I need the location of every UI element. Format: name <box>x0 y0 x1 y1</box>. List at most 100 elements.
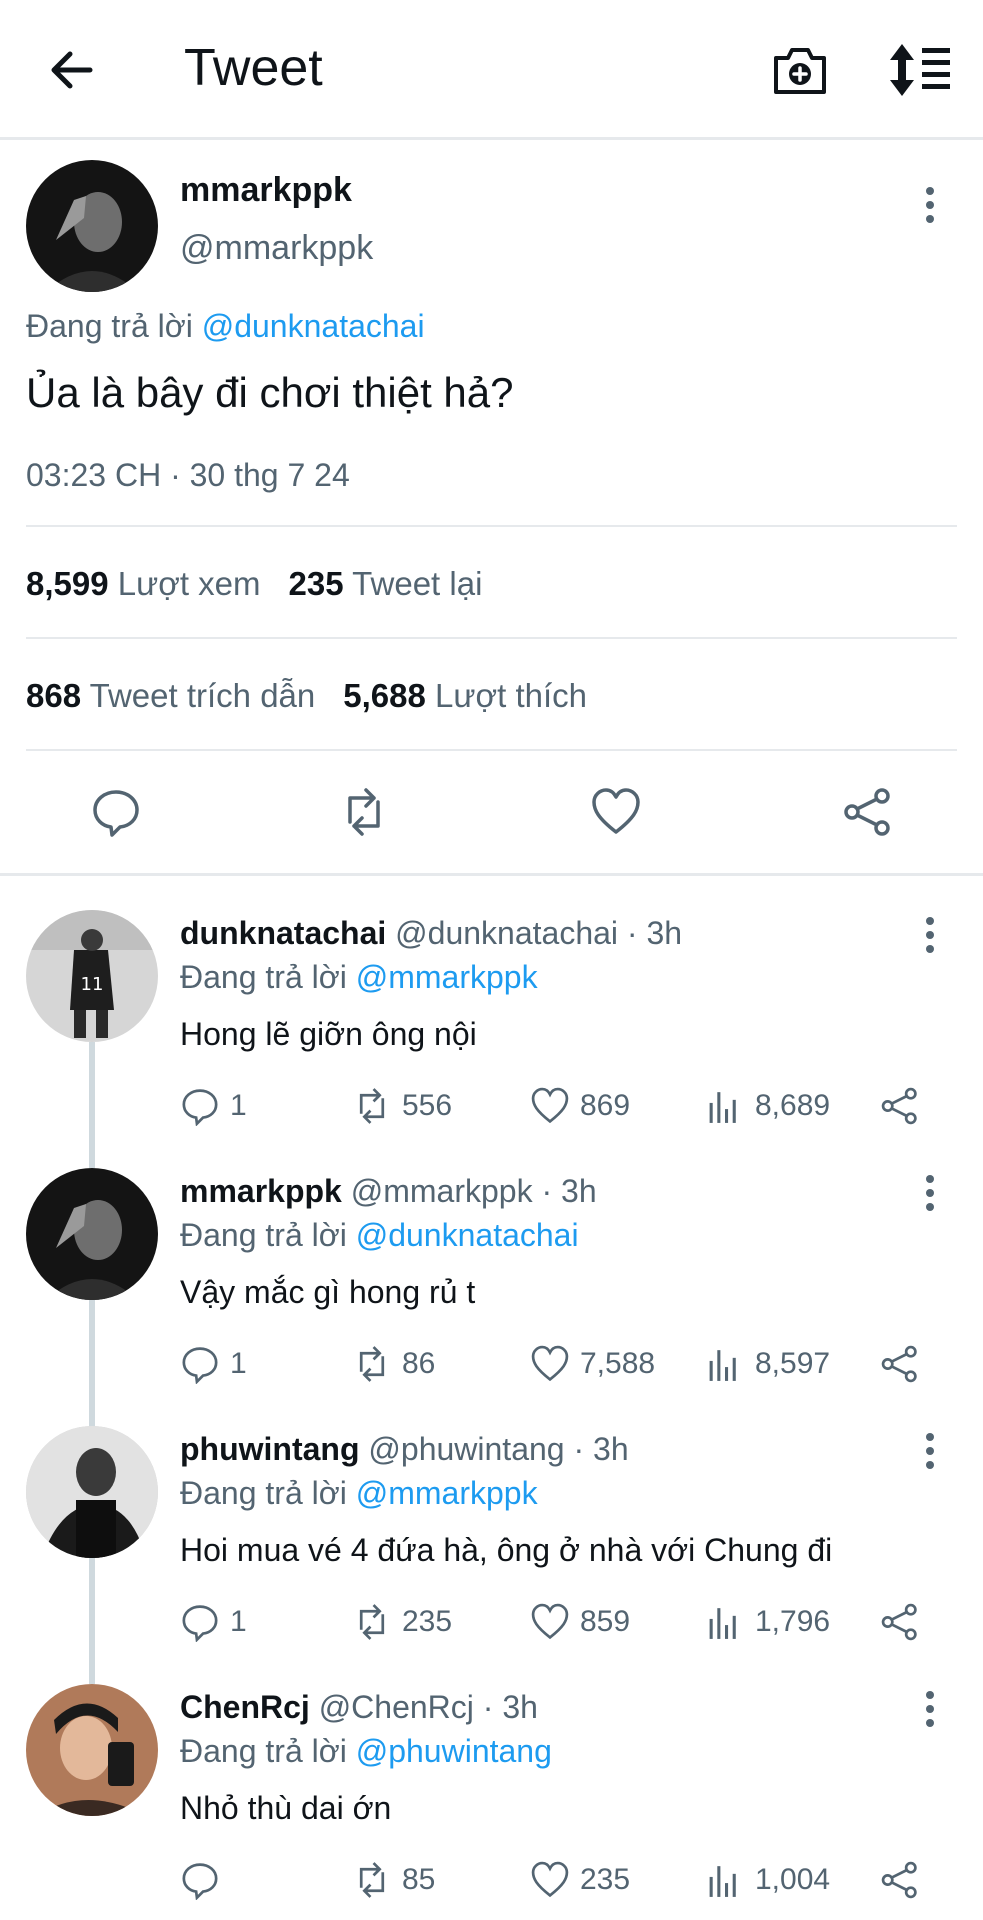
retweet-icon <box>359 1862 385 1898</box>
camera-add-icon[interactable] <box>770 40 830 100</box>
replying-to-link[interactable]: @mmarkppk <box>356 959 538 995</box>
page-title: Tweet <box>184 39 323 97</box>
reply-count: 1 <box>230 1089 247 1122</box>
like-heart-icon <box>531 1603 569 1640</box>
replying-to-prefix: Đang trả lời <box>180 1733 356 1769</box>
more-options-icon[interactable] <box>912 1173 948 1213</box>
display-name[interactable]: ChenRcj <box>180 1689 310 1725</box>
stats-row-quotes-likes: 868 Tweet trích dẫn 5,688 Lượt thích <box>26 676 587 716</box>
reply-header: mmarkppk @mmarkppk · 3h <box>180 1171 597 1211</box>
view-count: 1,796 <box>755 1605 831 1638</box>
user-handle-time: @mmarkppk · 3h <box>350 1173 597 1209</box>
like-count: 235 <box>580 1863 631 1896</box>
replying-to: Đang trả lời @dunknatachai <box>180 1215 579 1255</box>
divider <box>26 749 957 751</box>
views-count: 8,599 <box>26 565 109 602</box>
like-heart-icon <box>531 1087 569 1124</box>
back-arrow-icon[interactable] <box>44 42 100 98</box>
share-icon <box>881 1345 917 1383</box>
divider <box>26 637 957 639</box>
divider <box>26 525 957 527</box>
svg-text:11: 11 <box>81 974 104 995</box>
retweet-count: 235 <box>402 1605 453 1638</box>
reply-button[interactable]: 1 <box>180 1600 247 1644</box>
views-button[interactable]: 8,597 <box>705 1342 830 1386</box>
likes-count[interactable]: 5,688 <box>343 677 426 714</box>
sort-icon[interactable] <box>888 40 952 100</box>
retweets-label[interactable]: Tweet lại <box>352 565 482 602</box>
like-button[interactable]: 859 <box>530 1600 630 1644</box>
reply-text: Nhỏ thù dai ớn <box>180 1790 392 1826</box>
tweet-text: Ủa là bây đi chơi thiệt hả? <box>26 369 514 416</box>
avatar[interactable] <box>26 1426 158 1558</box>
share-icon <box>881 1087 917 1125</box>
more-options-icon[interactable] <box>912 915 948 955</box>
replying-to-link[interactable]: @dunknatachai <box>356 1217 579 1253</box>
like-count: 859 <box>580 1605 631 1638</box>
display-name[interactable]: mmarkppk <box>180 170 352 210</box>
reply-icon[interactable] <box>90 786 142 838</box>
share-icon <box>881 1603 917 1641</box>
like-heart-icon[interactable] <box>590 786 642 838</box>
reply-icon <box>182 1347 218 1384</box>
like-button[interactable]: 869 <box>530 1084 630 1128</box>
retweet-icon <box>359 1346 385 1382</box>
like-heart-icon <box>531 1861 569 1898</box>
divider <box>0 873 983 876</box>
view-count: 8,597 <box>755 1347 831 1380</box>
retweet-button[interactable]: 85 <box>352 1858 435 1902</box>
retweet-button[interactable]: 235 <box>352 1600 452 1644</box>
display-name[interactable]: phuwintang <box>180 1431 360 1467</box>
replying-to-link[interactable]: @dunknatachai <box>202 308 425 344</box>
share-button[interactable] <box>880 1084 930 1128</box>
replying-to: Đang trả lời @mmarkppk <box>180 1473 538 1513</box>
view-count: 1,004 <box>755 1863 831 1896</box>
replying-to-link[interactable]: @mmarkppk <box>356 1475 538 1511</box>
avatar[interactable]: 11 <box>26 910 158 1042</box>
reply-icon <box>182 1089 218 1126</box>
replying-to-prefix: Đang trả lời <box>180 959 356 995</box>
like-button[interactable]: 7,588 <box>530 1342 655 1386</box>
replying-to-prefix: Đang trả lời <box>180 1217 356 1253</box>
avatar[interactable] <box>26 160 158 292</box>
share-button[interactable] <box>880 1342 930 1386</box>
like-button[interactable]: 235 <box>530 1858 630 1902</box>
replying-to: Đang trả lời @dunknatachai <box>26 306 425 346</box>
like-count: 7,588 <box>580 1347 656 1380</box>
more-options-icon[interactable] <box>912 1689 948 1729</box>
likes-label[interactable]: Lượt thích <box>435 677 587 714</box>
retweet-count: 85 <box>402 1863 436 1896</box>
views-label: Lượt xem <box>117 565 261 602</box>
like-heart-icon <box>531 1345 569 1382</box>
retweet-button[interactable]: 556 <box>352 1084 452 1128</box>
reply-button[interactable]: 1 <box>180 1342 247 1386</box>
retweet-button[interactable]: 86 <box>352 1342 435 1386</box>
share-button[interactable] <box>880 1600 930 1644</box>
reply-button[interactable]: 1 <box>180 1084 247 1128</box>
share-button[interactable] <box>880 1858 930 1902</box>
avatar[interactable] <box>26 1684 158 1816</box>
tweet-timestamp: 03:23 CH · 30 thg 7 24 <box>26 457 350 493</box>
share-icon[interactable] <box>842 786 894 838</box>
reply-count: 1 <box>230 1605 247 1638</box>
more-options-icon[interactable] <box>912 1431 948 1471</box>
user-handle-time: @dunknatachai · 3h <box>395 915 683 951</box>
reply-text: Vậy mắc gì hong rủ t <box>180 1274 476 1310</box>
avatar[interactable] <box>26 1168 158 1300</box>
reply-button[interactable] <box>180 1858 230 1902</box>
thread-connector <box>89 1558 95 1684</box>
user-handle[interactable]: @mmarkppk <box>180 228 373 268</box>
display-name[interactable]: dunknatachai <box>180 915 386 951</box>
views-button[interactable]: 8,689 <box>705 1084 830 1128</box>
quotes-label[interactable]: Tweet trích dẫn <box>90 677 316 714</box>
quotes-count[interactable]: 868 <box>26 677 81 714</box>
replying-to-prefix: Đang trả lời <box>180 1475 356 1511</box>
display-name[interactable]: mmarkppk <box>180 1173 342 1209</box>
views-button[interactable]: 1,004 <box>705 1858 830 1902</box>
replying-to-link[interactable]: @phuwintang <box>356 1733 552 1769</box>
retweet-icon[interactable] <box>338 786 390 838</box>
more-options-icon[interactable] <box>912 185 948 225</box>
retweets-count[interactable]: 235 <box>289 565 344 602</box>
reply-icon <box>182 1863 218 1900</box>
views-button[interactable]: 1,796 <box>705 1600 830 1644</box>
